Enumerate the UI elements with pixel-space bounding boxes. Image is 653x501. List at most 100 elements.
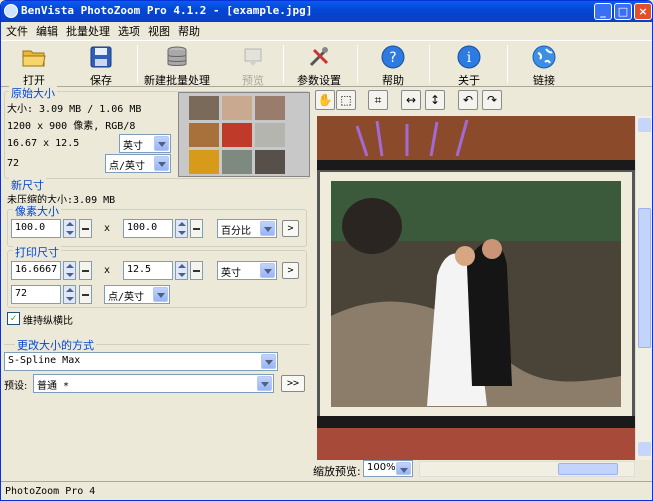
pixel-arrow-button[interactable]: > xyxy=(282,220,299,237)
toolbar-separator xyxy=(137,45,138,83)
chevron-down-icon xyxy=(396,462,411,475)
preview-icon xyxy=(244,48,262,66)
database-icon xyxy=(167,46,187,66)
globe-icon xyxy=(532,45,556,69)
chevron-down-icon xyxy=(260,221,275,236)
thumbnail-image[interactable] xyxy=(222,150,252,174)
zoom-label: 缩放预览: xyxy=(313,465,361,478)
thumbnail-image[interactable] xyxy=(222,123,252,147)
thumbnail-image[interactable] xyxy=(189,96,219,120)
original-resolution: 72 xyxy=(7,158,20,169)
resize-method-title: 更改大小的方式 xyxy=(15,337,96,353)
menu-bar: 文件 编辑 批量处理 选项 视图 帮助 xyxy=(1,22,652,40)
maximize-button[interactable]: □ xyxy=(614,3,632,20)
pixel-width-input[interactable]: 100.0 xyxy=(11,219,61,238)
about-button[interactable]: i 关于 xyxy=(447,43,491,87)
chevron-down-icon xyxy=(260,263,275,278)
scroll-down-button[interactable] xyxy=(638,442,651,456)
original-res-unit-select[interactable]: 点/英寸 xyxy=(105,154,171,173)
thumbnail-image[interactable] xyxy=(255,123,285,147)
menu-edit[interactable]: 编辑 xyxy=(31,22,61,39)
chevron-down-icon xyxy=(261,354,276,369)
resize-method-select[interactable]: S-Spline Max xyxy=(4,352,278,371)
svg-text:?: ? xyxy=(389,50,396,66)
new-batch-button[interactable]: 新建批量处理 xyxy=(142,43,212,87)
app-window: BenVista PhotoZoom Pro 4.1.2 - [example.… xyxy=(0,0,653,501)
menu-batch[interactable]: 批量处理 xyxy=(61,22,113,39)
original-dimensions: 16.67 x 12.5 xyxy=(7,138,80,149)
chevron-down-icon xyxy=(153,287,168,302)
vertical-scrollbar[interactable] xyxy=(635,116,652,460)
print-resolution-spinner[interactable] xyxy=(63,285,76,304)
toolbar-separator xyxy=(283,45,284,83)
help-button[interactable]: ? 帮助 xyxy=(371,43,415,87)
thumbnail-image[interactable] xyxy=(189,150,219,174)
zoom-bar: 缩放预览: 100% xyxy=(313,458,652,480)
rotate-left-icon[interactable]: ↶ xyxy=(458,90,478,110)
menu-help[interactable]: 帮助 xyxy=(173,22,203,39)
print-res-unit-select[interactable]: 点/英寸 xyxy=(104,285,170,304)
pixel-unit-select[interactable]: 百分比 xyxy=(217,219,277,238)
info-icon: i xyxy=(457,45,481,69)
pixel-height-link[interactable] xyxy=(190,219,203,238)
window-title: BenVista PhotoZoom Pro 4.1.2 - [example.… xyxy=(21,4,313,17)
floppy-disk-icon xyxy=(90,46,112,68)
toolbar: 打开 保存 新建批量处理 预览 参数设置 ? 帮助 i 关于 链接 xyxy=(1,40,652,87)
minimize-button[interactable]: _ xyxy=(594,3,612,20)
flip-horizontal-icon[interactable]: ↔ xyxy=(401,90,421,110)
thumbnail-image[interactable] xyxy=(255,150,285,174)
keep-ratio-label: 维持纵横比 xyxy=(23,316,73,327)
menu-options[interactable]: 选项 xyxy=(113,22,143,39)
preview-button[interactable]: 预览 xyxy=(233,43,273,87)
zoom-select[interactable]: 100% xyxy=(363,460,413,477)
thumbnail-image[interactable] xyxy=(222,96,252,120)
menu-view[interactable]: 视图 xyxy=(143,22,173,39)
horizontal-scrollbar[interactable] xyxy=(419,461,635,477)
folder-icon xyxy=(22,50,46,67)
print-height-link[interactable] xyxy=(190,261,203,280)
scrollbar-thumb[interactable] xyxy=(638,208,651,348)
preset-select[interactable]: 普通 * xyxy=(33,374,274,393)
close-button[interactable]: × xyxy=(634,3,652,20)
scrollbar-thumb[interactable] xyxy=(558,463,618,475)
open-button[interactable]: 打开 xyxy=(9,43,59,87)
print-width-link[interactable] xyxy=(79,261,92,280)
preset-go-button[interactable]: >> xyxy=(281,375,305,392)
batch-thumbnails[interactable] xyxy=(178,92,310,177)
thumbnail-image[interactable] xyxy=(255,96,285,120)
toolbar-separator xyxy=(507,45,508,83)
rotate-right-icon[interactable]: ↷ xyxy=(482,90,502,110)
print-height-spinner[interactable] xyxy=(175,261,188,280)
times-sign: x xyxy=(104,265,111,276)
settings-button[interactable]: 参数设置 xyxy=(293,43,345,87)
print-arrow-button[interactable]: > xyxy=(282,262,299,279)
crop-icon[interactable]: ⌗ xyxy=(368,90,388,110)
pixel-height-spinner[interactable] xyxy=(175,219,188,238)
pixel-width-spinner[interactable] xyxy=(63,219,76,238)
original-pixels: 1200 x 900 像素, RGB/8 xyxy=(7,121,136,132)
settings-panel: 原始大小 大小: 3.09 MB / 1.06 MB 1200 x 900 像素… xyxy=(1,85,313,458)
pixel-height-input[interactable]: 100.0 xyxy=(123,219,173,238)
save-button[interactable]: 保存 xyxy=(77,43,125,87)
selection-tool-icon[interactable]: ⬚ xyxy=(336,90,356,110)
print-resolution-input[interactable]: 72 xyxy=(11,285,61,304)
preview-photo xyxy=(317,116,635,460)
menu-file[interactable]: 文件 xyxy=(1,22,31,39)
print-width-spinner[interactable] xyxy=(63,261,76,280)
print-resolution-link[interactable] xyxy=(79,285,92,304)
print-size-title: 打印尺寸 xyxy=(13,244,61,260)
scroll-up-button[interactable] xyxy=(638,118,651,132)
print-unit-select[interactable]: 英寸 xyxy=(217,261,277,280)
keep-ratio-checkbox[interactable]: ✓ xyxy=(7,312,20,325)
print-width-input[interactable]: 16.6667 xyxy=(11,261,61,280)
pixel-width-link[interactable] xyxy=(79,219,92,238)
hand-tool-icon[interactable]: ✋ xyxy=(315,90,335,110)
print-height-input[interactable]: 12.5 xyxy=(123,261,173,280)
original-file-size: 大小: 3.09 MB / 1.06 MB xyxy=(7,104,142,115)
original-dims-unit-select[interactable]: 英寸 xyxy=(119,134,171,153)
flip-vertical-icon[interactable]: ↕ xyxy=(425,90,445,110)
question-icon: ? xyxy=(381,45,405,69)
image-preview[interactable] xyxy=(317,116,635,460)
thumbnail-image[interactable] xyxy=(189,123,219,147)
link-button[interactable]: 链接 xyxy=(522,43,566,87)
